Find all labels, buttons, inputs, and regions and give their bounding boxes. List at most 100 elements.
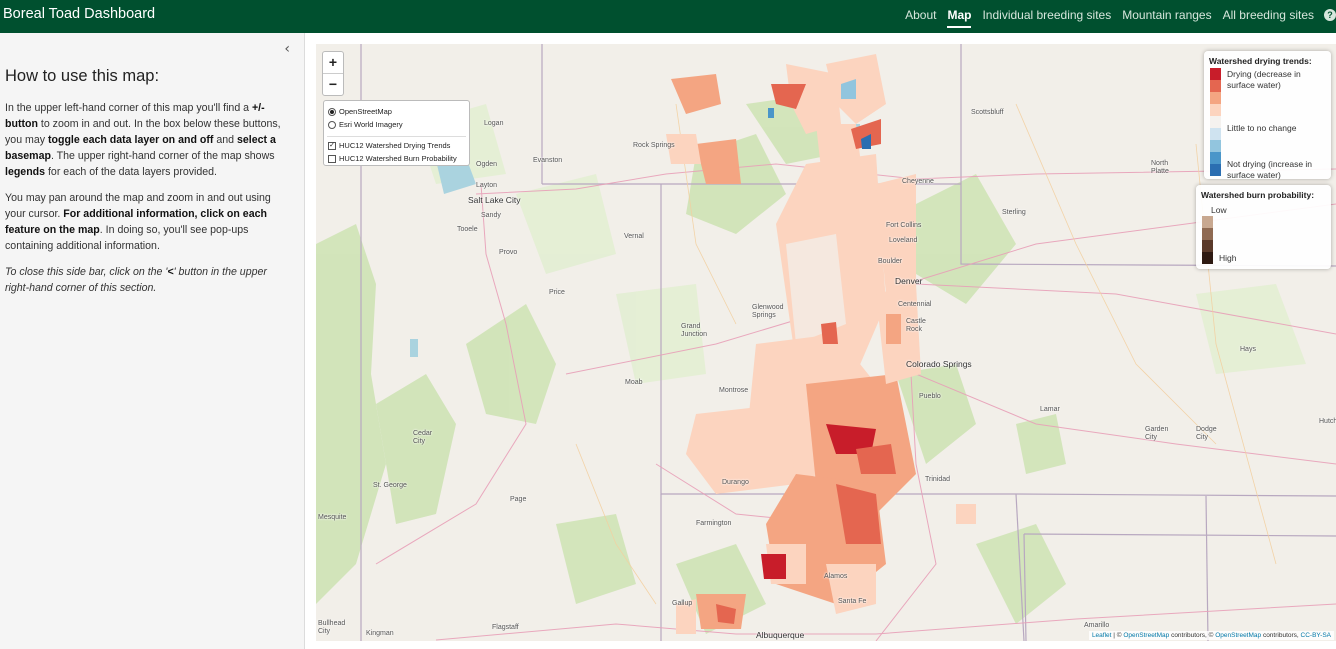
legend-swatch xyxy=(1210,116,1221,128)
nav-all-breeding-sites[interactable]: All breeding sites xyxy=(1223,8,1314,28)
city-label: Gallup xyxy=(672,600,693,607)
city-label: Dodge City xyxy=(1196,426,1217,441)
city-label: Amarillo xyxy=(1084,622,1110,629)
nav-links: About Map Individual breeding sites Moun… xyxy=(905,8,1314,28)
attribution-text: | © xyxy=(1111,632,1124,639)
overlay-option-burn-probability[interactable]: HUC12 Watershed Burn Probability xyxy=(328,154,457,163)
zoom-control: + − xyxy=(322,51,344,96)
city-label: Lamar xyxy=(1040,406,1060,413)
city-label: Flagstaff xyxy=(492,624,519,631)
city-label: Montrose xyxy=(719,387,749,394)
city-label: Colorado Springs xyxy=(906,359,972,369)
city-label: Glenwood Springs xyxy=(752,304,784,319)
city-label: Evanston xyxy=(533,157,563,164)
basemap-label: OpenStreetMap xyxy=(339,107,392,116)
map-canvas[interactable]: Logan Ogden Evanston Rock Springs Layton… xyxy=(316,44,1336,641)
city-label: Salt Lake City xyxy=(468,195,521,205)
legend-label-drying: Drying (decrease in surface water) xyxy=(1227,69,1301,90)
city-label: Hutch xyxy=(1319,418,1336,425)
nav-individual-breeding-sites[interactable]: Individual breeding sites xyxy=(982,8,1111,28)
layers-divider xyxy=(327,136,466,137)
legend-swatch xyxy=(1202,252,1213,264)
sidebar-paragraph-zoom: In the upper left-hand corner of this ma… xyxy=(5,102,281,178)
zoom-out-button[interactable]: − xyxy=(323,73,343,95)
city-label: Santa Fe xyxy=(838,598,867,605)
overlay-label: HUC12 Watershed Drying Trends xyxy=(339,141,451,150)
basemap-option-esri-world-imagery[interactable]: Esri World Imagery xyxy=(328,120,403,129)
checkbox-checked[interactable]: ✓ xyxy=(328,141,336,150)
nav-about[interactable]: About xyxy=(905,8,936,28)
city-label: Cedar City xyxy=(413,430,433,445)
basemap-label: Esri World Imagery xyxy=(339,120,403,129)
city-label: Garden City xyxy=(1145,426,1169,441)
city-label: Centennial xyxy=(898,301,932,308)
city-label: Boulder xyxy=(878,258,903,265)
city-label: Fort Collins xyxy=(886,222,922,229)
city-label: Kingman xyxy=(366,630,394,637)
city-label: Loveland xyxy=(889,237,918,244)
legend-burn-probability: Watershed burn probability: Low High xyxy=(1196,185,1331,269)
navbar: Boreal Toad Dashboard About Map Individu… xyxy=(0,0,1336,33)
city-label: St. George xyxy=(373,482,407,489)
city-label: Rock Springs xyxy=(633,142,675,149)
city-label: Vernal xyxy=(624,233,644,240)
city-label: Moab xyxy=(625,379,643,386)
brand-title[interactable]: Boreal Toad Dashboard xyxy=(3,6,155,22)
nav-map[interactable]: Map xyxy=(947,8,972,28)
attribution-text: contributors, © xyxy=(1169,632,1216,639)
zoom-in-button[interactable]: + xyxy=(323,52,343,73)
city-label: Hays xyxy=(1240,346,1256,353)
legend-label-no-change: Little to no change xyxy=(1227,123,1297,133)
help-icon[interactable]: ? xyxy=(1324,9,1336,21)
legend-swatch xyxy=(1210,140,1221,152)
overlay-option-drying-trends[interactable]: ✓ HUC12 Watershed Drying Trends xyxy=(328,141,450,150)
city-label: Castle Rock xyxy=(906,318,926,333)
radio-unselected[interactable] xyxy=(328,120,336,129)
city-label: Trinidad xyxy=(925,476,951,483)
layers-control: OpenStreetMap Esri World Imagery ✓ HUC12… xyxy=(323,100,470,166)
legend-swatch xyxy=(1202,240,1213,252)
license-link[interactable]: CC-BY-SA xyxy=(1301,632,1331,639)
nav-mountain-ranges[interactable]: Mountain ranges xyxy=(1122,8,1211,28)
city-label: Scottsbluff xyxy=(971,109,1004,116)
legend-swatch xyxy=(1210,68,1221,80)
collapse-sidebar-button[interactable]: ‹ xyxy=(284,41,290,57)
city-label: Page xyxy=(510,496,527,503)
checkbox-unchecked[interactable] xyxy=(328,154,336,163)
legend-swatch xyxy=(1210,104,1221,116)
radio-selected[interactable] xyxy=(328,107,336,116)
city-label: Ogden xyxy=(476,161,498,168)
legend-swatch xyxy=(1210,164,1221,176)
city-label: Bullhead City xyxy=(318,620,346,635)
city-label: North Platte xyxy=(1151,160,1169,175)
city-label: Durango xyxy=(722,479,749,486)
city-label: Provo xyxy=(499,249,518,256)
legend-swatch xyxy=(1210,80,1221,92)
city-label: Alamos xyxy=(824,573,848,580)
osm-link[interactable]: OpenStreetMap xyxy=(1123,632,1169,639)
legend-title: Watershed burn probability: xyxy=(1201,190,1315,200)
legend-drying-trends: Watershed drying trends: Drying (decreas… xyxy=(1204,51,1331,180)
city-label: Sandy xyxy=(481,212,501,219)
legend-swatch xyxy=(1210,92,1221,104)
city-label: Logan xyxy=(484,120,504,127)
legend-swatch xyxy=(1202,216,1213,228)
overlay-label: HUC12 Watershed Burn Probability xyxy=(339,154,457,163)
city-label: Pueblo xyxy=(919,393,941,400)
legend-label-not-drying: Not drying (increase in surface water) xyxy=(1227,159,1313,180)
city-label: Grand Junction xyxy=(681,323,708,338)
attribution-text: contributors, xyxy=(1261,632,1301,639)
city-label: Sterling xyxy=(1002,209,1026,216)
leaflet-link[interactable]: Leaflet xyxy=(1092,632,1112,639)
city-label: Cheyenne xyxy=(902,178,934,185)
city-label: Albuquerque xyxy=(756,630,805,640)
sidebar-paragraph-close: To close this side bar, click on the '<'… xyxy=(5,266,267,294)
basemap-option-openstreetmap[interactable]: OpenStreetMap xyxy=(328,107,392,116)
legend-swatch xyxy=(1202,228,1213,240)
legend-swatch xyxy=(1210,152,1221,164)
map-attribution: Leaflet | © OpenStreetMap contributors, … xyxy=(1088,631,1334,640)
sidebar: ‹ How to use this map: In the upper left… xyxy=(0,33,305,649)
city-label: Mesquite xyxy=(318,514,347,521)
osm-link[interactable]: OpenStreetMap xyxy=(1215,632,1261,639)
city-label: Tooele xyxy=(457,226,478,233)
